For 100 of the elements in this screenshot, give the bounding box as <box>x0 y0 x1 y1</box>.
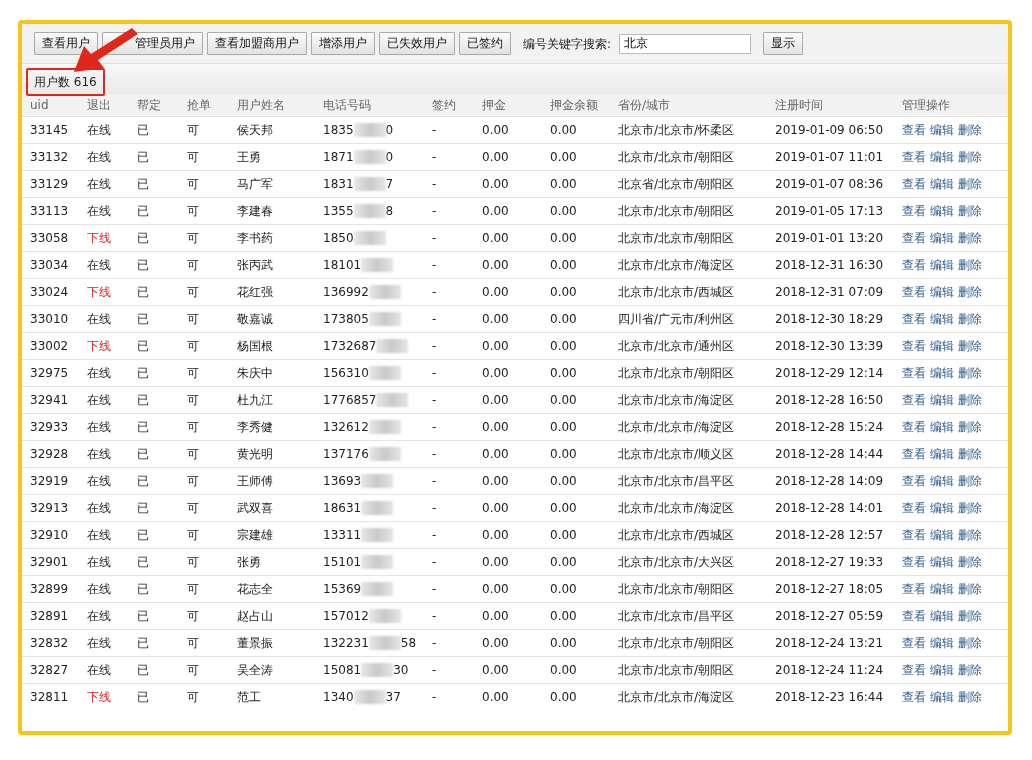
action-link[interactable]: 编辑 <box>930 581 954 596</box>
toolbar-button[interactable]: 增添用户 <box>311 32 375 55</box>
action-link[interactable]: 删除 <box>958 176 982 191</box>
name-text: 张丙武 <box>237 257 273 272</box>
action-link[interactable]: 编辑 <box>930 149 954 164</box>
action-link[interactable]: 编辑 <box>930 365 954 380</box>
grab-text: 可 <box>187 176 199 191</box>
action-link[interactable]: 删除 <box>958 581 982 596</box>
action-link[interactable]: 编辑 <box>930 392 954 407</box>
action-link[interactable]: 查看 <box>902 581 926 596</box>
status-text: 下线 <box>87 338 111 353</box>
action-link[interactable]: 删除 <box>958 230 982 245</box>
action-link[interactable]: 查看 <box>902 446 926 461</box>
deposit-text: 0.00 <box>482 662 509 677</box>
date-text: 2019-01-05 17:13 <box>775 203 884 218</box>
grab-text: 可 <box>187 662 199 677</box>
action-link[interactable]: 查看 <box>902 257 926 272</box>
action-link[interactable]: 查看 <box>902 365 926 380</box>
balance-text: 0.00 <box>550 419 577 434</box>
action-link[interactable]: 删除 <box>958 419 982 434</box>
action-link[interactable]: 删除 <box>958 392 982 407</box>
action-link[interactable]: 编辑 <box>930 176 954 191</box>
action-link[interactable]: 编辑 <box>930 419 954 434</box>
action-link[interactable]: 查看 <box>902 122 926 137</box>
region-text: 北京市/北京市/海淀区 <box>618 392 735 407</box>
action-link[interactable]: 查看 <box>902 338 926 353</box>
status-text: 下线 <box>87 230 111 245</box>
action-link[interactable]: 编辑 <box>930 230 954 245</box>
action-link[interactable]: 编辑 <box>930 608 954 623</box>
action-link[interactable]: 查看 <box>902 203 926 218</box>
action-link[interactable]: 删除 <box>958 689 982 704</box>
action-link[interactable]: 查看 <box>902 284 926 299</box>
status-text: 下线 <box>87 689 111 704</box>
action-link[interactable]: 编辑 <box>930 473 954 488</box>
action-link[interactable]: 删除 <box>958 149 982 164</box>
action-link[interactable]: 删除 <box>958 122 982 137</box>
action-link[interactable]: 编辑 <box>930 554 954 569</box>
action-link[interactable]: 查看 <box>902 608 926 623</box>
action-link[interactable]: 删除 <box>958 203 982 218</box>
action-link[interactable]: 编辑 <box>930 338 954 353</box>
action-link[interactable]: 编辑 <box>930 527 954 542</box>
action-link[interactable]: 删除 <box>958 662 982 677</box>
action-link[interactable]: 查看 <box>902 230 926 245</box>
action-link[interactable]: 查看 <box>902 392 926 407</box>
search-field[interactable]: 北京 <box>619 33 752 54</box>
action-link[interactable]: 查看 <box>902 689 926 704</box>
action-link[interactable]: 删除 <box>958 500 982 515</box>
action-link[interactable]: 删除 <box>958 311 982 326</box>
action-link[interactable]: 编辑 <box>930 122 954 137</box>
date-text: 2018-12-24 13:21 <box>775 635 884 650</box>
action-link[interactable]: 查看 <box>902 635 926 650</box>
name-text: 赵占山 <box>237 608 273 623</box>
deposit-text: 0.00 <box>482 365 509 380</box>
bound-text: 已 <box>137 149 149 164</box>
action-link[interactable]: 编辑 <box>930 311 954 326</box>
action-link[interactable]: 删除 <box>958 473 982 488</box>
action-link[interactable]: 编辑 <box>930 500 954 515</box>
bound-text: 已 <box>137 311 149 326</box>
name-text: 武双喜 <box>237 500 273 515</box>
toolbar-button[interactable]: 已签约 <box>459 32 511 55</box>
redaction-blur <box>353 231 386 245</box>
action-link[interactable]: 查看 <box>902 311 926 326</box>
toolbar-button[interactable]: 已失效用户 <box>379 32 455 55</box>
action-link[interactable]: 编辑 <box>930 635 954 650</box>
action-link[interactable]: 查看 <box>902 554 926 569</box>
action-link[interactable]: 删除 <box>958 338 982 353</box>
grab-text: 可 <box>187 122 199 137</box>
region-text: 北京市/北京市/西城区 <box>618 527 735 542</box>
deposit-text: 0.00 <box>482 284 509 299</box>
action-link[interactable]: 删除 <box>958 554 982 569</box>
action-link[interactable]: 编辑 <box>930 284 954 299</box>
redaction-blur <box>368 447 401 461</box>
show-button[interactable]: 显示 <box>763 32 804 55</box>
action-link[interactable]: 查看 <box>902 473 926 488</box>
action-link[interactable]: 查看 <box>902 527 926 542</box>
uid-text: 32899 <box>30 581 69 596</box>
action-link[interactable]: 查看 <box>902 419 926 434</box>
action-link[interactable]: 删除 <box>958 608 982 623</box>
action-link[interactable]: 编辑 <box>930 257 954 272</box>
action-link[interactable]: 删除 <box>958 365 982 380</box>
deposit-text: 0.00 <box>482 392 509 407</box>
action-link[interactable]: 删除 <box>958 257 982 272</box>
name-text: 侯天邦 <box>237 122 273 137</box>
action-link[interactable]: 删除 <box>958 635 982 650</box>
toolbar-button[interactable]: 查看加盟商用户 <box>207 32 307 55</box>
action-link[interactable]: 删除 <box>958 284 982 299</box>
action-link[interactable]: 查看 <box>902 149 926 164</box>
action-link[interactable]: 编辑 <box>930 662 954 677</box>
action-link[interactable]: 编辑 <box>930 203 954 218</box>
toolbar-button[interactable]: 查看用户 <box>34 32 98 55</box>
action-link[interactable]: 删除 <box>958 446 982 461</box>
deposit-text: 0.00 <box>482 581 509 596</box>
action-link[interactable]: 编辑 <box>930 446 954 461</box>
action-link[interactable]: 删除 <box>958 527 982 542</box>
bound-text: 已 <box>137 500 149 515</box>
action-link[interactable]: 编辑 <box>930 689 954 704</box>
action-link[interactable]: 查看 <box>902 662 926 677</box>
action-link[interactable]: 查看 <box>902 500 926 515</box>
action-link[interactable]: 查看 <box>902 176 926 191</box>
status-text: 下线 <box>87 284 111 299</box>
